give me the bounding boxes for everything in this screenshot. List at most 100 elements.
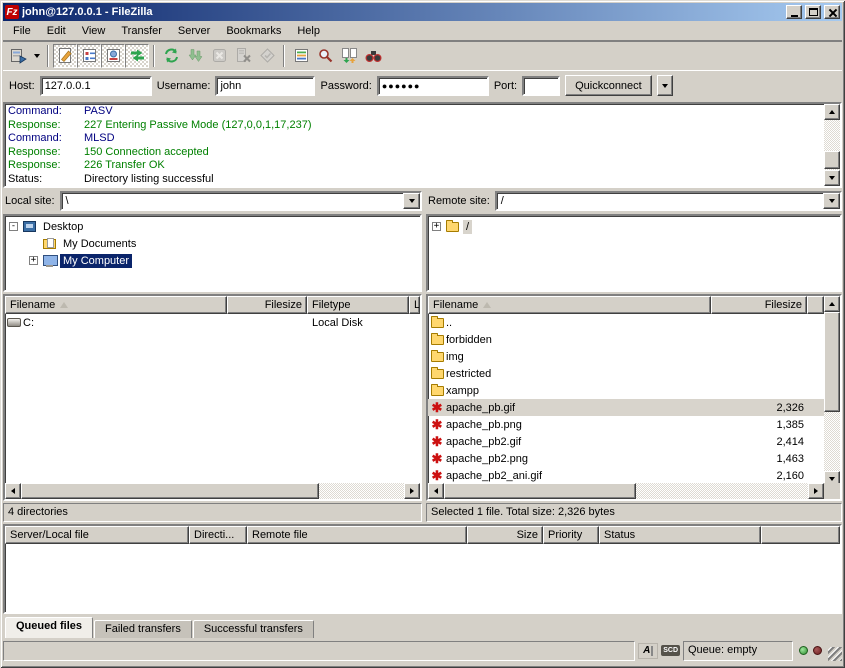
port-input[interactable] bbox=[522, 76, 560, 96]
file-row-apache-pb2-gif[interactable]: apache_pb2.gif2,414 bbox=[428, 433, 840, 450]
scroll-right-button[interactable] bbox=[808, 483, 824, 499]
arrow-right-icon bbox=[410, 488, 414, 494]
scroll-left-button[interactable] bbox=[428, 483, 444, 499]
column-header-directi[interactable]: Directi... bbox=[189, 526, 247, 544]
scroll-up-button[interactable] bbox=[824, 104, 840, 120]
expand-plus-icon[interactable]: + bbox=[29, 256, 38, 265]
tree-item-my-computer[interactable]: +My Computer bbox=[5, 252, 420, 269]
scroll-up-button[interactable] bbox=[824, 296, 840, 312]
directory-comparison-button[interactable] bbox=[337, 44, 361, 68]
cancel-operation-button[interactable] bbox=[207, 44, 231, 68]
remote-horizontal-scrollbar[interactable] bbox=[428, 483, 824, 499]
local-site-bar: Local site: \ bbox=[3, 190, 422, 212]
column-header-status[interactable]: Status bbox=[599, 526, 761, 544]
toggle-transfer-queue-button[interactable] bbox=[125, 44, 149, 68]
transfer-type-indicator[interactable]: A bbox=[638, 643, 658, 659]
find-files-button[interactable] bbox=[313, 44, 337, 68]
toggle-local-tree-button[interactable] bbox=[77, 44, 101, 68]
file-name: apache_pb2.png bbox=[446, 453, 711, 465]
menu-view[interactable]: View bbox=[74, 22, 114, 40]
file-row-c[interactable]: C:Local Disk bbox=[5, 314, 420, 331]
scrollbar-thumb[interactable] bbox=[21, 483, 319, 499]
scrollbar-thumb[interactable] bbox=[824, 312, 840, 412]
tree-item-my-documents[interactable]: My Documents bbox=[5, 235, 420, 252]
menubar: FileEditViewTransferServerBookmarksHelp bbox=[3, 21, 842, 41]
file-row-forbidden[interactable]: forbidden bbox=[428, 331, 840, 348]
scrollbar-thumb[interactable] bbox=[824, 151, 840, 169]
log-scrollbar[interactable] bbox=[824, 104, 840, 186]
reconnect-button[interactable] bbox=[255, 44, 279, 68]
process-queue-button[interactable] bbox=[183, 44, 207, 68]
filter-button[interactable] bbox=[289, 44, 313, 68]
remote-site-dropdown-button[interactable] bbox=[823, 193, 840, 209]
remote-site-label: Remote site: bbox=[426, 195, 495, 207]
menu-bookmarks[interactable]: Bookmarks bbox=[218, 22, 289, 40]
scroll-right-button[interactable] bbox=[404, 483, 420, 499]
resize-grip[interactable] bbox=[828, 647, 842, 661]
column-header-server-local-file[interactable]: Server/Local file bbox=[5, 526, 189, 544]
tab-failed-transfers[interactable]: Failed transfers bbox=[94, 620, 192, 638]
menu-help[interactable]: Help bbox=[289, 22, 328, 40]
local-horizontal-scrollbar[interactable] bbox=[5, 483, 420, 499]
toggle-remote-tree-button[interactable] bbox=[101, 44, 125, 68]
scroll-left-button[interactable] bbox=[5, 483, 21, 499]
column-header-filesize[interactable]: Filesize bbox=[227, 296, 307, 314]
column-header-l[interactable]: L bbox=[409, 296, 420, 314]
column-header-remote-file[interactable]: Remote file bbox=[247, 526, 467, 544]
file-row-apache-pb-png[interactable]: apache_pb.png1,385 bbox=[428, 416, 840, 433]
filezilla-window: Fz john@127.0.0.1 - FileZilla FileEditVi… bbox=[0, 0, 845, 668]
local-site-combo[interactable]: \ bbox=[60, 191, 422, 211]
minimize-button[interactable] bbox=[786, 5, 802, 19]
column-header-priority[interactable]: Priority bbox=[543, 526, 599, 544]
menu-edit[interactable]: Edit bbox=[39, 22, 74, 40]
menu-server[interactable]: Server bbox=[170, 22, 218, 40]
site-manager-dropdown-button[interactable] bbox=[30, 44, 43, 68]
column-header-filename[interactable]: Filename bbox=[428, 296, 711, 314]
menu-transfer[interactable]: Transfer bbox=[113, 22, 170, 40]
tree-item-[interactable]: +/ bbox=[428, 218, 840, 235]
username-input[interactable] bbox=[215, 76, 315, 96]
column-header-filesize[interactable]: Filesize bbox=[711, 296, 807, 314]
column-header-label: Priority bbox=[548, 529, 582, 541]
maximize-button[interactable] bbox=[805, 5, 821, 19]
site-manager-button[interactable] bbox=[6, 44, 30, 68]
quickconnect-dropdown-button[interactable] bbox=[657, 75, 673, 96]
remote-site-combo[interactable]: / bbox=[495, 191, 842, 211]
minimize-icon bbox=[791, 15, 798, 17]
refresh-button[interactable] bbox=[159, 44, 183, 68]
file-row-xampp[interactable]: xampp bbox=[428, 382, 840, 399]
column-header-size[interactable]: Size bbox=[467, 526, 543, 544]
column-header-filetype[interactable]: Filetype bbox=[307, 296, 409, 314]
column-header-filename[interactable]: Filename bbox=[5, 296, 227, 314]
file-row-apache-pb2-png[interactable]: apache_pb2.png1,463 bbox=[428, 450, 840, 467]
file-row-img[interactable]: img bbox=[428, 348, 840, 365]
file-row-restricted[interactable]: restricted bbox=[428, 365, 840, 382]
titlebar[interactable]: Fz john@127.0.0.1 - FileZilla bbox=[3, 3, 842, 21]
tab-queued-files[interactable]: Queued files bbox=[5, 617, 93, 638]
scrollbar-thumb[interactable] bbox=[444, 483, 636, 499]
column-header-label: Filename bbox=[10, 299, 55, 311]
host-input[interactable] bbox=[40, 76, 152, 96]
file-row-apache-pb2-ani-gif[interactable]: apache_pb2_ani.gif2,160 bbox=[428, 467, 840, 483]
close-button[interactable] bbox=[824, 5, 840, 19]
menu-file[interactable]: File bbox=[5, 22, 39, 40]
column-header-label: Filetype bbox=[312, 299, 351, 311]
file-row-[interactable]: .. bbox=[428, 314, 840, 331]
tab-successful-transfers[interactable]: Successful transfers bbox=[193, 620, 314, 638]
collapse-minus-icon[interactable]: - bbox=[9, 222, 18, 231]
local-site-dropdown-button[interactable] bbox=[403, 193, 420, 209]
toggle-message-log-button[interactable] bbox=[53, 44, 77, 68]
tree-item-desktop[interactable]: -Desktop bbox=[5, 218, 420, 235]
synchronized-browsing-button[interactable] bbox=[361, 44, 385, 68]
disconnect-button[interactable] bbox=[231, 44, 255, 68]
folder-icon bbox=[431, 352, 444, 362]
statusbar-message-area bbox=[3, 641, 635, 661]
scroll-down-button[interactable] bbox=[824, 170, 840, 186]
main-split-area: Local site: \ -DesktopMy Documents+My Co… bbox=[3, 188, 842, 522]
password-input[interactable] bbox=[377, 76, 489, 96]
file-row-apache-pb-gif[interactable]: apache_pb.gif2,326 bbox=[428, 399, 840, 416]
remote-vertical-scrollbar[interactable] bbox=[824, 296, 840, 487]
quickconnect-button[interactable]: Quickconnect bbox=[565, 75, 652, 96]
app-logo-icon: Fz bbox=[5, 5, 19, 19]
expand-plus-icon[interactable]: + bbox=[432, 222, 441, 231]
